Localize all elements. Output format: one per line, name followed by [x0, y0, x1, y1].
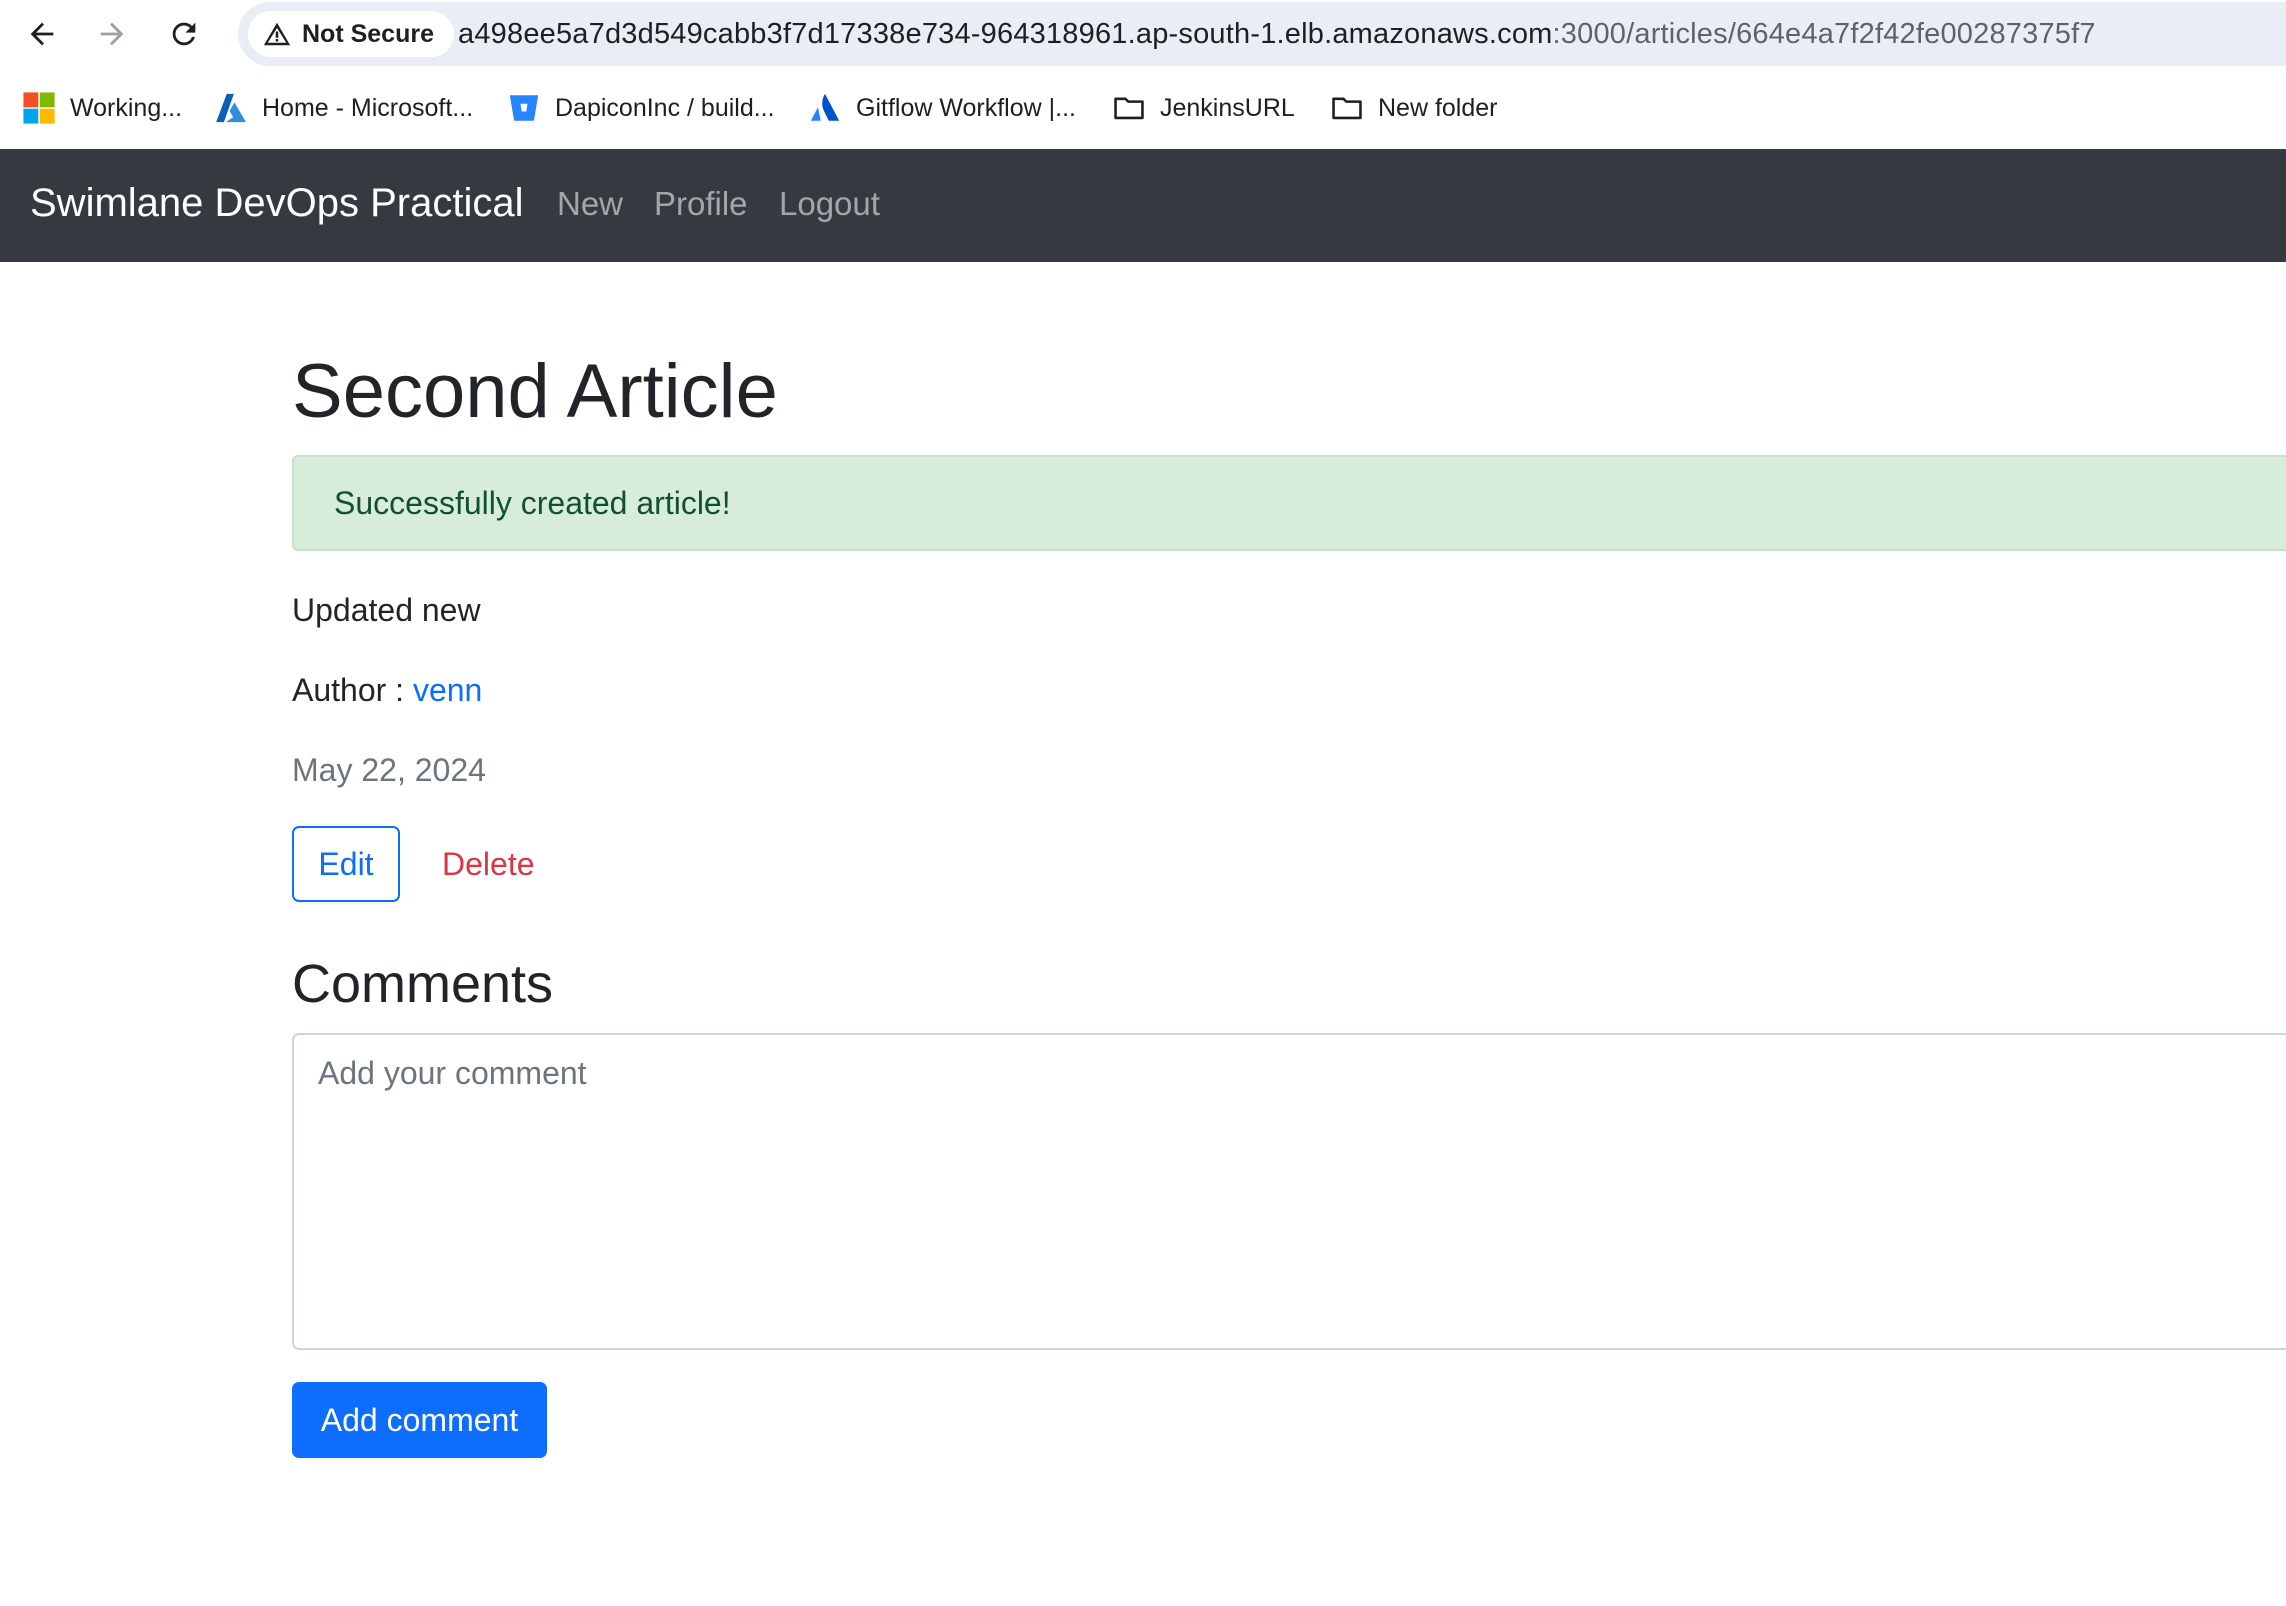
arrow-right-icon: [100, 22, 124, 46]
nav-link-new[interactable]: New: [557, 185, 623, 223]
url-path: :3000/articles/664e4a7f2f42fe00287375f7: [1552, 18, 2096, 50]
add-comment-button[interactable]: Add comment: [292, 1382, 547, 1458]
app-navbar: Swimlane DevOps Practical New Profile Lo…: [0, 149, 2286, 262]
brand-link[interactable]: Swimlane DevOps Practical: [30, 181, 524, 226]
delete-button[interactable]: Delete: [414, 826, 563, 902]
comments-heading: Comments: [292, 954, 554, 1014]
bookmark-home-microsoft[interactable]: Home - Microsoft...: [214, 88, 473, 128]
url-host: a498ee5a7d3d549cabb3f7d17338e734-9643189…: [458, 18, 1553, 50]
bookmark-gitflow-workflow[interactable]: Gitflow Workflow |...: [808, 88, 1076, 128]
browser-toolbar: Not Secure a498ee5a7d3d549cabb3f7d17338e…: [0, 0, 2286, 68]
security-label: Not Secure: [302, 19, 434, 48]
bookmark-label: Gitflow Workflow |...: [856, 93, 1076, 122]
bookmark-working[interactable]: Working...: [22, 88, 182, 128]
bookmark-new-folder[interactable]: New folder: [1330, 88, 1498, 128]
folder-icon: [1332, 97, 1362, 120]
bookmark-jenkinsurl[interactable]: JenkinsURL: [1112, 88, 1295, 128]
author-link[interactable]: venn: [413, 672, 482, 708]
bookmark-label: New folder: [1378, 93, 1498, 122]
author-line: Author : venn: [292, 672, 482, 709]
atlassian-logo-icon: [810, 93, 840, 121]
nav-link-profile[interactable]: Profile: [654, 185, 748, 223]
bookmark-label: Working...: [70, 93, 183, 122]
address-bar[interactable]: Not Secure a498ee5a7d3d549cabb3f7d17338e…: [238, 2, 2286, 66]
flash-alert: Successfully created article!: [292, 455, 2286, 551]
article-date: May 22, 2024: [292, 752, 486, 788]
bookmark-label: Home - Microsoft...: [262, 93, 474, 122]
folder-icon: [1114, 97, 1144, 120]
bookmark-label: DapiconInc / build...: [555, 93, 775, 122]
bookmark-label: JenkinsURL: [1160, 93, 1295, 122]
edit-button[interactable]: Edit: [292, 826, 400, 902]
bitbucket-logo-icon: [509, 95, 539, 121]
nav-link-logout[interactable]: Logout: [779, 185, 880, 223]
arrow-left-icon: [30, 22, 54, 46]
warning-triangle-icon: [263, 22, 291, 46]
url-text[interactable]: a498ee5a7d3d549cabb3f7d17338e734-9643189…: [458, 18, 2096, 51]
forward-button[interactable]: [88, 10, 136, 58]
author-label: Author :: [292, 672, 413, 708]
azure-logo-icon: [216, 93, 246, 123]
bookmarks-bar: Working... Home - Microsoft... DapiconIn…: [0, 74, 2286, 142]
comment-input[interactable]: [292, 1033, 2286, 1350]
security-indicator[interactable]: Not Secure: [248, 11, 454, 57]
reload-button[interactable]: [160, 10, 208, 58]
article-body: Updated new: [292, 592, 481, 628]
bookmark-dapiconinc[interactable]: DapiconInc / build...: [507, 88, 775, 128]
back-button[interactable]: [18, 10, 66, 58]
microsoft-logo-icon: [23, 92, 55, 124]
article-title: Second Article: [292, 349, 778, 434]
reload-icon: [172, 22, 196, 46]
flash-message: Successfully created article!: [334, 485, 731, 521]
